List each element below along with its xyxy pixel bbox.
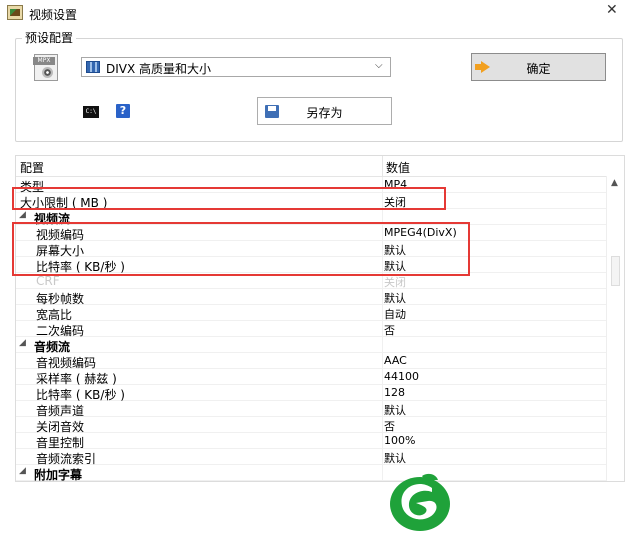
- column-header-name[interactable]: 配置: [20, 159, 44, 176]
- title-bar: 视频设置 ✕: [0, 0, 633, 26]
- save-as-button[interactable]: 另存为: [257, 97, 392, 125]
- grid-row[interactable]: 宽高比 自动: [16, 305, 606, 322]
- grid-row-value[interactable]: AAC: [384, 354, 407, 367]
- column-separator[interactable]: [382, 156, 383, 176]
- grid-row[interactable]: 采样率 ( 赫兹 ) 44100: [16, 369, 606, 386]
- grid-row-value[interactable]: 默认: [384, 290, 406, 306]
- grid-row-separator: [382, 417, 383, 433]
- vertical-scrollbar[interactable]: ▲: [606, 176, 624, 481]
- grid-row-separator: [382, 305, 383, 321]
- highlight-size-limit: [12, 187, 446, 210]
- grid-row[interactable]: 每秒帧数 默认: [16, 289, 606, 306]
- grid-row-separator: [382, 353, 383, 369]
- film-reel-icon: [42, 67, 53, 78]
- grid-category-row[interactable]: ◢ 音频流: [16, 337, 606, 354]
- column-header-value[interactable]: 数值: [386, 159, 410, 176]
- grid-row[interactable]: 音频流索引 默认: [16, 449, 606, 466]
- grid-row-name: 附加字幕: [34, 468, 83, 482]
- grid-row-value[interactable]: 默认: [384, 402, 406, 418]
- save-as-label: 另存为: [306, 106, 343, 120]
- collapse-triangle-icon[interactable]: ◢: [19, 210, 26, 220]
- scroll-up-icon[interactable]: ▲: [611, 178, 618, 188]
- logo: [390, 473, 450, 531]
- grid-row[interactable]: 音里控制 100%: [16, 433, 606, 450]
- preset-dropdown[interactable]: DIVX 高质量和大小 ⌵: [81, 57, 391, 77]
- window-title: 视频设置: [29, 8, 78, 22]
- collapse-triangle-icon[interactable]: ◢: [19, 466, 26, 476]
- mpx-tag: MPX: [33, 57, 55, 65]
- grid-row-separator: [382, 449, 383, 465]
- grid-row-value[interactable]: 否: [384, 418, 395, 434]
- grid-row[interactable]: 二次编码否: [16, 321, 606, 338]
- help-icon[interactable]: ?: [116, 104, 130, 118]
- grid-row-separator: [382, 289, 383, 305]
- command-prompt-icon[interactable]: C:\: [83, 106, 99, 118]
- grid-row-separator: [382, 337, 383, 353]
- grid-row-value[interactable]: 100%: [384, 434, 415, 447]
- chevron-down-icon[interactable]: ⌵: [375, 60, 383, 71]
- grid-row-value[interactable]: 否: [384, 322, 395, 338]
- film-icon: [86, 61, 100, 73]
- grid-row-value[interactable]: 自动: [384, 306, 406, 322]
- collapse-triangle-icon[interactable]: ◢: [19, 338, 26, 348]
- grid-row[interactable]: 比特率 ( KB/秒 ) 128: [16, 385, 606, 402]
- close-icon[interactable]: ✕: [606, 2, 618, 18]
- grid-row-separator: [382, 433, 383, 449]
- preset-group-label: 预设配置: [22, 29, 77, 46]
- app-icon: [7, 5, 23, 20]
- grid-row[interactable]: 音视频编码 AAC: [16, 353, 606, 370]
- grid-row[interactable]: 音频声道 默认: [16, 401, 606, 418]
- ok-button-label: 确定: [526, 62, 551, 76]
- grid-row-value[interactable]: 44100: [384, 370, 419, 383]
- grid-row-separator: [382, 385, 383, 401]
- grid-row-value[interactable]: 128: [384, 386, 405, 399]
- grid-row[interactable]: 关闭音效否: [16, 417, 606, 434]
- grid-category-row[interactable]: ◢ 附加字幕: [16, 465, 606, 482]
- grid-row-separator: [382, 369, 383, 385]
- mpx-file-icon: MPX: [33, 54, 58, 81]
- grid-row-separator: [382, 401, 383, 417]
- grid-row-value[interactable]: 默认: [384, 450, 406, 466]
- ok-button[interactable]: 确定: [471, 53, 606, 81]
- grid-header: 配置 数值: [16, 156, 624, 177]
- highlight-video-settings: [12, 222, 470, 276]
- preset-selected-value: DIVX 高质量和大小: [106, 62, 212, 76]
- grid-row-name: CRF: [36, 274, 60, 288]
- grid-row-value[interactable]: 关闭: [384, 274, 406, 290]
- grid-row-separator: [382, 465, 383, 481]
- scroll-thumb[interactable]: [611, 256, 620, 286]
- grid-row-separator: [382, 321, 383, 337]
